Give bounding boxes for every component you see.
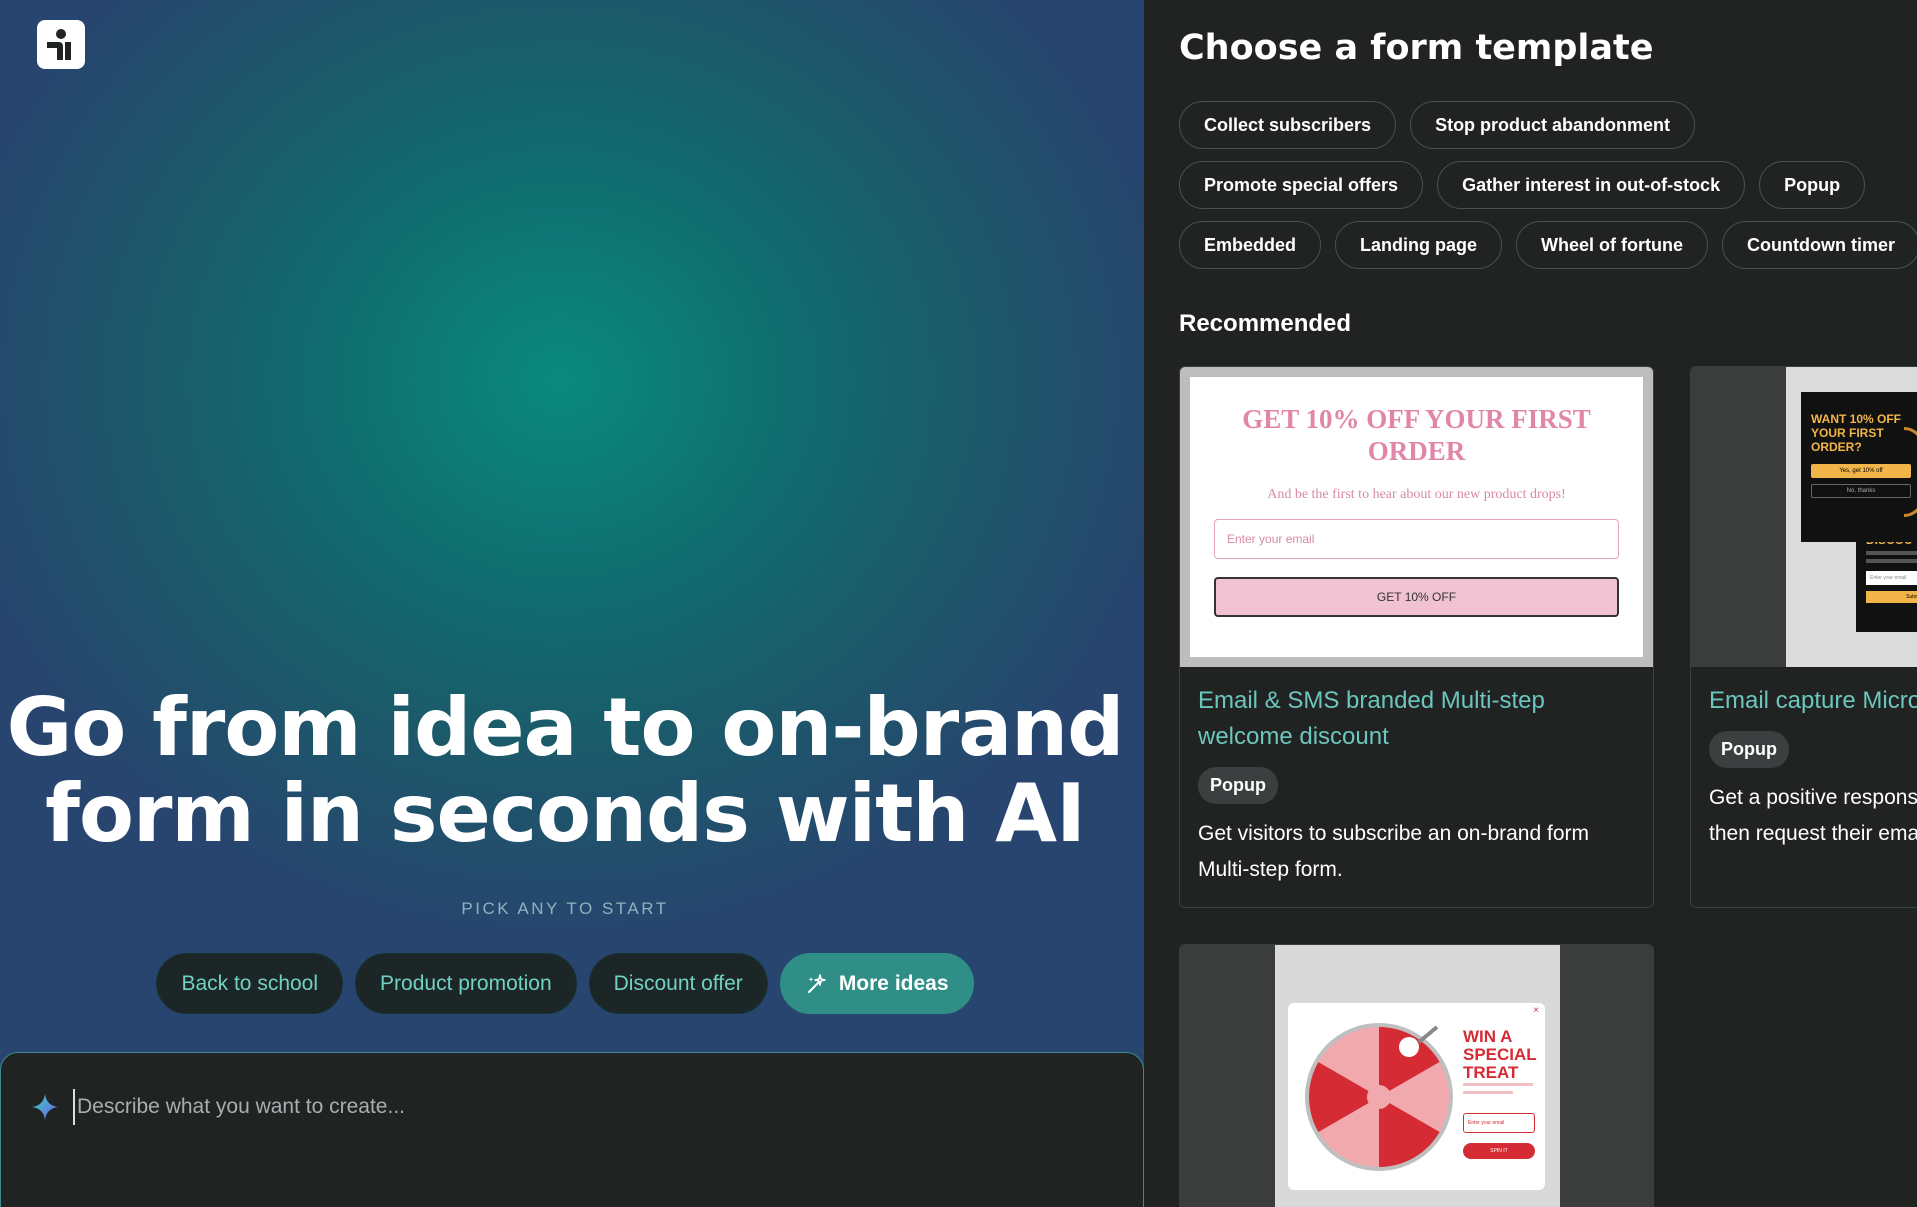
idea-buttons: Back to school Product promotion Discoun… — [0, 953, 1130, 1014]
chip-gather-interest-out-of-stock[interactable]: Gather interest in out-of-stock — [1437, 161, 1746, 209]
chip-countdown-timer[interactable]: Countdown timer — [1722, 221, 1917, 269]
chip-stop-product-abandonment[interactable]: Stop product abandonment — [1410, 101, 1696, 149]
template-type-badge: Popup — [1198, 767, 1278, 804]
template-card[interactable]: DISCOU Enter your email Submit WANT 10% … — [1690, 366, 1917, 908]
sparkle-wand-icon — [807, 973, 826, 993]
template-card-title[interactable]: Email capture Micro — [1709, 683, 1917, 719]
preview-yes-button: Yes, get 10% off — [1811, 464, 1911, 478]
preview-subline: And be the first to hear about our new p… — [1267, 487, 1566, 502]
left-panel: Go from idea to on-brand form in seconds… — [0, 0, 1144, 1207]
preview-button: SPIN IT — [1463, 1143, 1535, 1159]
template-preview-image: GET 10% OFF YOUR FIRST ORDER And be the … — [1180, 367, 1653, 667]
template-type-badge: Popup — [1709, 731, 1789, 768]
more-ideas-label: More ideas — [838, 971, 949, 995]
chip-collect-subscribers[interactable]: Collect subscribers — [1179, 101, 1397, 149]
preview-submit: Submit — [1866, 591, 1917, 603]
preview-headline: WIN A SPECIAL TREAT — [1463, 1027, 1537, 1082]
template-preview-image: DISCOU Enter your email Submit WANT 10% … — [1691, 367, 1917, 667]
more-ideas-button[interactable]: More ideas — [779, 953, 974, 1014]
chip-wheel-of-fortune[interactable]: Wheel of fortune — [1516, 221, 1709, 269]
template-card-description: Get a positive respons then request thei… — [1709, 786, 1917, 845]
preview-headline: GET 10% OFF YOUR FIRST ORDER — [1242, 404, 1591, 466]
idea-back-to-school-button[interactable]: Back to school — [156, 953, 344, 1014]
template-card-description: Get visitors to subscribe an on-brand fo… — [1198, 822, 1590, 881]
preview-email-field: Enter your email — [1866, 571, 1917, 585]
chip-embedded[interactable]: Embedded — [1179, 221, 1322, 269]
template-card-title[interactable]: Email & SMS branded Multi-step welcome d… — [1198, 683, 1635, 755]
prompt-input[interactable] — [73, 1089, 1113, 1125]
preview-headline: WANT 10% OFF YOUR FIRST ORDER? — [1811, 412, 1902, 454]
chip-popup[interactable]: Popup — [1759, 161, 1866, 209]
template-panel: Choose a form template Collect subscribe… — [1144, 0, 1917, 1207]
idea-product-promotion-button[interactable]: Product promotion — [355, 953, 577, 1014]
recommended-heading: Recommended — [1179, 310, 1352, 337]
pick-label: PICK ANY TO START — [461, 899, 669, 918]
template-filter-chips: Collect subscribers Stop product abandon… — [1179, 101, 1917, 269]
template-card[interactable]: × WIN A SPECIAL TREAT Enter your email S… — [1179, 944, 1654, 1207]
logo-icon — [47, 29, 71, 60]
preview-decoration — [1904, 427, 1917, 517]
preview-no-button: No, thanks — [1811, 484, 1911, 498]
wheel-of-fortune-icon — [1305, 1023, 1453, 1171]
prompt-box — [0, 1052, 1144, 1207]
preview-email-field: Enter your email — [1463, 1113, 1535, 1133]
app-logo[interactable] — [37, 20, 85, 69]
template-panel-title: Choose a form template — [1179, 28, 1654, 68]
preview-email-field: Enter your email — [1214, 519, 1619, 559]
preview-button: GET 10% OFF — [1214, 577, 1619, 617]
template-preview-image: × WIN A SPECIAL TREAT Enter your email S… — [1180, 945, 1653, 1207]
idea-discount-offer-button[interactable]: Discount offer — [588, 953, 768, 1014]
preview-close-icon: × — [1533, 1005, 1539, 1016]
ai-sparkle-icon — [32, 1094, 58, 1120]
chip-promote-special-offers[interactable]: Promote special offers — [1179, 161, 1424, 209]
hero-title: Go from idea to on-brand form in seconds… — [6, 681, 1125, 860]
chip-landing-page[interactable]: Landing page — [1335, 221, 1503, 269]
template-card[interactable]: GET 10% OFF YOUR FIRST ORDER And be the … — [1179, 366, 1654, 908]
